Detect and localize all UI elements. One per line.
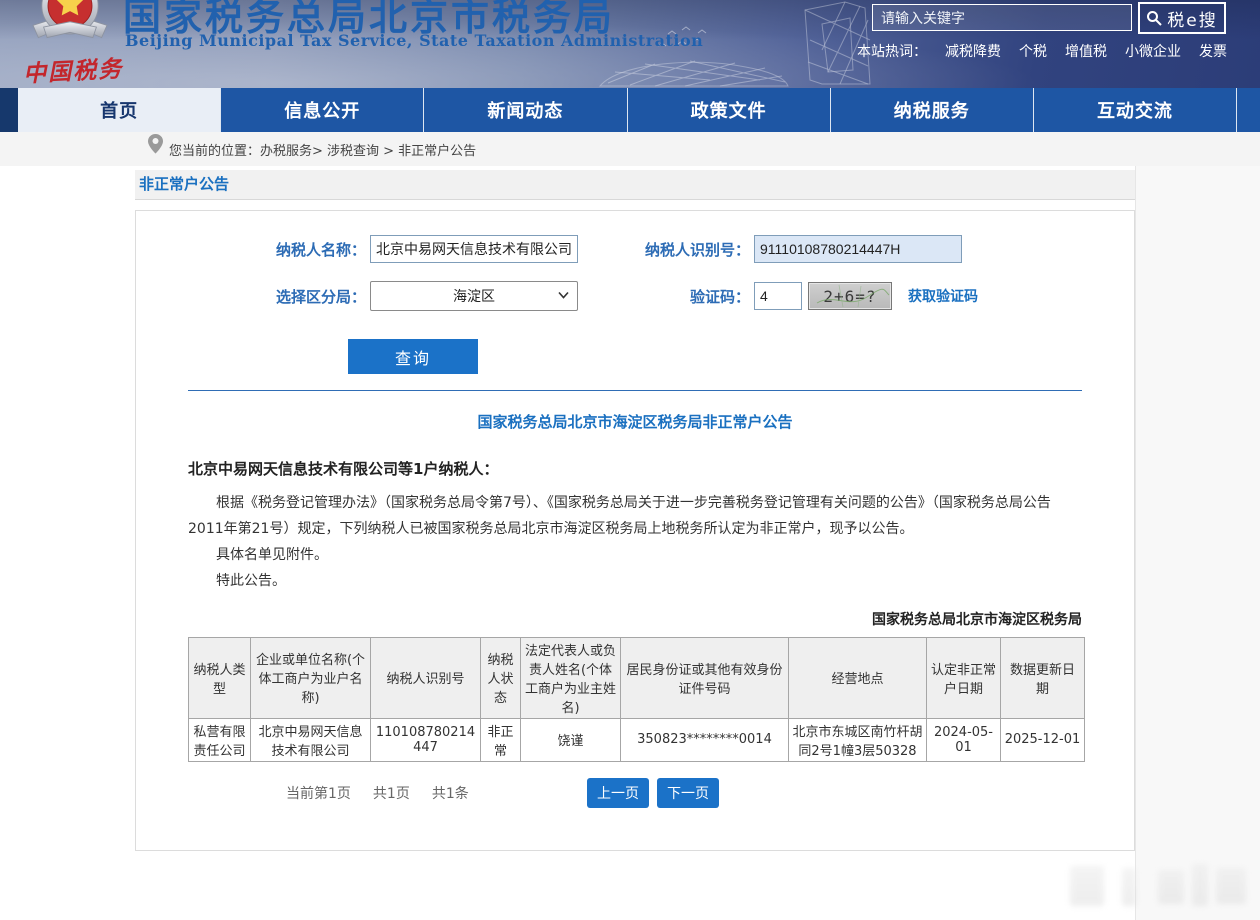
announcement-signature: 国家税务总局北京市海淀区税务局 bbox=[188, 609, 1082, 629]
captcha-refresh-link[interactable]: 获取验证码 bbox=[908, 286, 978, 306]
content-container: 非正常户公告 纳税人名称： 纳税人识别号： 选择区分局： 海淀区 验证码： bbox=[135, 170, 1135, 851]
chevron-down-icon bbox=[558, 291, 569, 299]
query-button[interactable]: 查询 bbox=[348, 339, 478, 374]
page-title: 非正常户公告 bbox=[135, 170, 1135, 200]
announcement-paragraph: 根据《税务登记管理办法》（国家税务总局令第7号）、《国家税务总局关于进一步完善税… bbox=[188, 491, 1082, 543]
district-select[interactable]: 海淀区 bbox=[370, 281, 578, 311]
announcement-line-attachment: 具体名单见附件。 bbox=[188, 543, 1082, 569]
right-background-strip bbox=[1135, 166, 1260, 920]
col-identified-date: 认定非正常户日期 bbox=[927, 637, 1001, 718]
table-header-row: 纳税人类型 企业或单位名称(个体工商户为业户名称) 纳税人识别号 纳税人状态 法… bbox=[189, 637, 1085, 718]
watermark-ghost bbox=[1070, 858, 1250, 913]
cell-business-address: 北京市东城区南竹杆胡同2号1幢3层50328 bbox=[789, 718, 927, 761]
taxpayer-id-input[interactable] bbox=[754, 235, 962, 263]
cell-taxpayer-status: 非正常 bbox=[481, 718, 521, 761]
breadcrumb-bar: 您当前的位置：办税服务> 涉税查询 > 非正常户公告 bbox=[0, 132, 1260, 166]
hotword-link[interactable]: 发票 bbox=[1199, 41, 1227, 61]
nav-tab-tax-service[interactable]: 纳税服务 bbox=[831, 88, 1034, 132]
cell-legal-rep: 饶谨 bbox=[521, 718, 621, 761]
cell-id-number: 350823********0014 bbox=[621, 718, 789, 761]
search-button[interactable]: 税e搜 bbox=[1138, 2, 1226, 34]
nav-tab-home[interactable]: 首页 bbox=[18, 88, 221, 132]
site-subtitle: Beijing Municipal Tax Service, State Tax… bbox=[125, 31, 703, 50]
captcha-label: 验证码： bbox=[602, 286, 750, 307]
section-divider bbox=[188, 390, 1082, 391]
abnormal-taxpayer-table: 纳税人类型 企业或单位名称(个体工商户为业户名称) 纳税人识别号 纳税人状态 法… bbox=[188, 637, 1085, 762]
nav-tab-policy[interactable]: 政策文件 bbox=[628, 88, 831, 132]
form-row-1: 纳税人名称： 纳税人识别号： bbox=[136, 235, 1134, 263]
announcement-title: 国家税务总局北京市海淀区税务局非正常户公告 bbox=[136, 411, 1134, 432]
hotword-link[interactable]: 减税降费 bbox=[945, 41, 1001, 61]
cell-taxpayer-type: 私营有限责任公司 bbox=[189, 718, 251, 761]
district-selected-value: 海淀区 bbox=[453, 286, 495, 306]
next-page-button[interactable]: 下一页 bbox=[657, 778, 719, 808]
location-pin-icon bbox=[148, 134, 163, 154]
announcement-line-hereby: 特此公告。 bbox=[188, 569, 1082, 595]
pagination-total: 共1条 bbox=[432, 783, 469, 803]
col-taxpayer-status: 纳税人状态 bbox=[481, 637, 521, 718]
pagination-current: 当前第1页 bbox=[286, 783, 351, 803]
hotword-link[interactable]: 小微企业 bbox=[1125, 41, 1181, 61]
col-legal-rep: 法定代表人或负责人姓名(个体工商户为业主姓名) bbox=[521, 637, 621, 718]
search-icon bbox=[1146, 10, 1162, 26]
taxpayer-name-label: 纳税人名称： bbox=[136, 239, 366, 260]
query-form: 纳税人名称： 纳税人识别号： 选择区分局： 海淀区 验证码： bbox=[136, 211, 1134, 374]
nav-left-edge bbox=[0, 88, 18, 132]
announcement-body: 北京中易网天信息技术有限公司等1户纳税人： 根据《税务登记管理办法》（国家税务总… bbox=[136, 458, 1134, 629]
nav-right-edge bbox=[1237, 88, 1260, 132]
taxpayer-name-input[interactable] bbox=[370, 235, 578, 263]
hotwords-label: 本站热词： bbox=[857, 41, 927, 61]
col-taxpayer-type: 纳税人类型 bbox=[189, 637, 251, 718]
search-button-label: 税e搜 bbox=[1167, 6, 1217, 31]
cell-taxpayer-id: 110108780214447 bbox=[371, 718, 481, 761]
col-updated-date: 数据更新日期 bbox=[1001, 637, 1085, 718]
cell-updated-date: 2025-12-01 bbox=[1001, 718, 1085, 761]
form-row-2: 选择区分局： 海淀区 验证码： 2+6=? 获取验证码 bbox=[136, 281, 1134, 311]
main-nav: 首页 信息公开 新闻动态 政策文件 纳税服务 互动交流 bbox=[0, 88, 1260, 132]
hotwords-bar: 本站热词： 减税降费 个税 增值税 小微企业 发票 bbox=[857, 41, 1227, 61]
col-taxpayer-id: 纳税人识别号 bbox=[371, 637, 481, 718]
hotword-link[interactable]: 个税 bbox=[1019, 41, 1047, 61]
cell-identified-date: 2024-05-01 bbox=[927, 718, 1001, 761]
district-label: 选择区分局： bbox=[136, 286, 366, 307]
table-row: 私营有限责任公司 北京中易网天信息技术有限公司 110108780214447 … bbox=[189, 718, 1085, 761]
captcha-image[interactable]: 2+6=? bbox=[808, 282, 892, 310]
col-business-address: 经营地点 bbox=[789, 637, 927, 718]
query-panel: 纳税人名称： 纳税人识别号： 选择区分局： 海淀区 验证码： bbox=[135, 210, 1135, 851]
pagination: 当前第1页 共1页 共1条 上一页 下一页 bbox=[136, 778, 1134, 808]
col-company-name: 企业或单位名称(个体工商户为业户名称) bbox=[251, 637, 371, 718]
col-id-number: 居民身份证或其他有效身份证件号码 bbox=[621, 637, 789, 718]
taxpayer-id-label: 纳税人识别号： bbox=[602, 239, 750, 260]
pagination-summary: 当前第1页 共1页 共1条 bbox=[286, 783, 469, 803]
hotword-link[interactable]: 增值税 bbox=[1065, 41, 1107, 61]
site-header: 中国税务 国家税务总局北京市税务局 Beijing Municipal Tax … bbox=[0, 0, 1260, 88]
pagination-pages: 共1页 bbox=[373, 783, 410, 803]
search-input[interactable] bbox=[872, 4, 1132, 31]
nav-tab-news[interactable]: 新闻动态 bbox=[424, 88, 627, 132]
announcement-salutation: 北京中易网天信息技术有限公司等1户纳税人： bbox=[188, 458, 1082, 479]
nav-tab-interaction[interactable]: 互动交流 bbox=[1034, 88, 1237, 132]
nav-tab-info-disclosure[interactable]: 信息公开 bbox=[221, 88, 424, 132]
prev-page-button[interactable]: 上一页 bbox=[587, 778, 649, 808]
logo-text: 中国税务 bbox=[7, 49, 139, 88]
captcha-input[interactable] bbox=[754, 282, 802, 310]
captcha-noise bbox=[809, 283, 891, 309]
cell-company-name: 北京中易网天信息技术有限公司 bbox=[251, 718, 371, 761]
breadcrumb[interactable]: 您当前的位置：办税服务> 涉税查询 > 非正常户公告 bbox=[169, 140, 476, 159]
